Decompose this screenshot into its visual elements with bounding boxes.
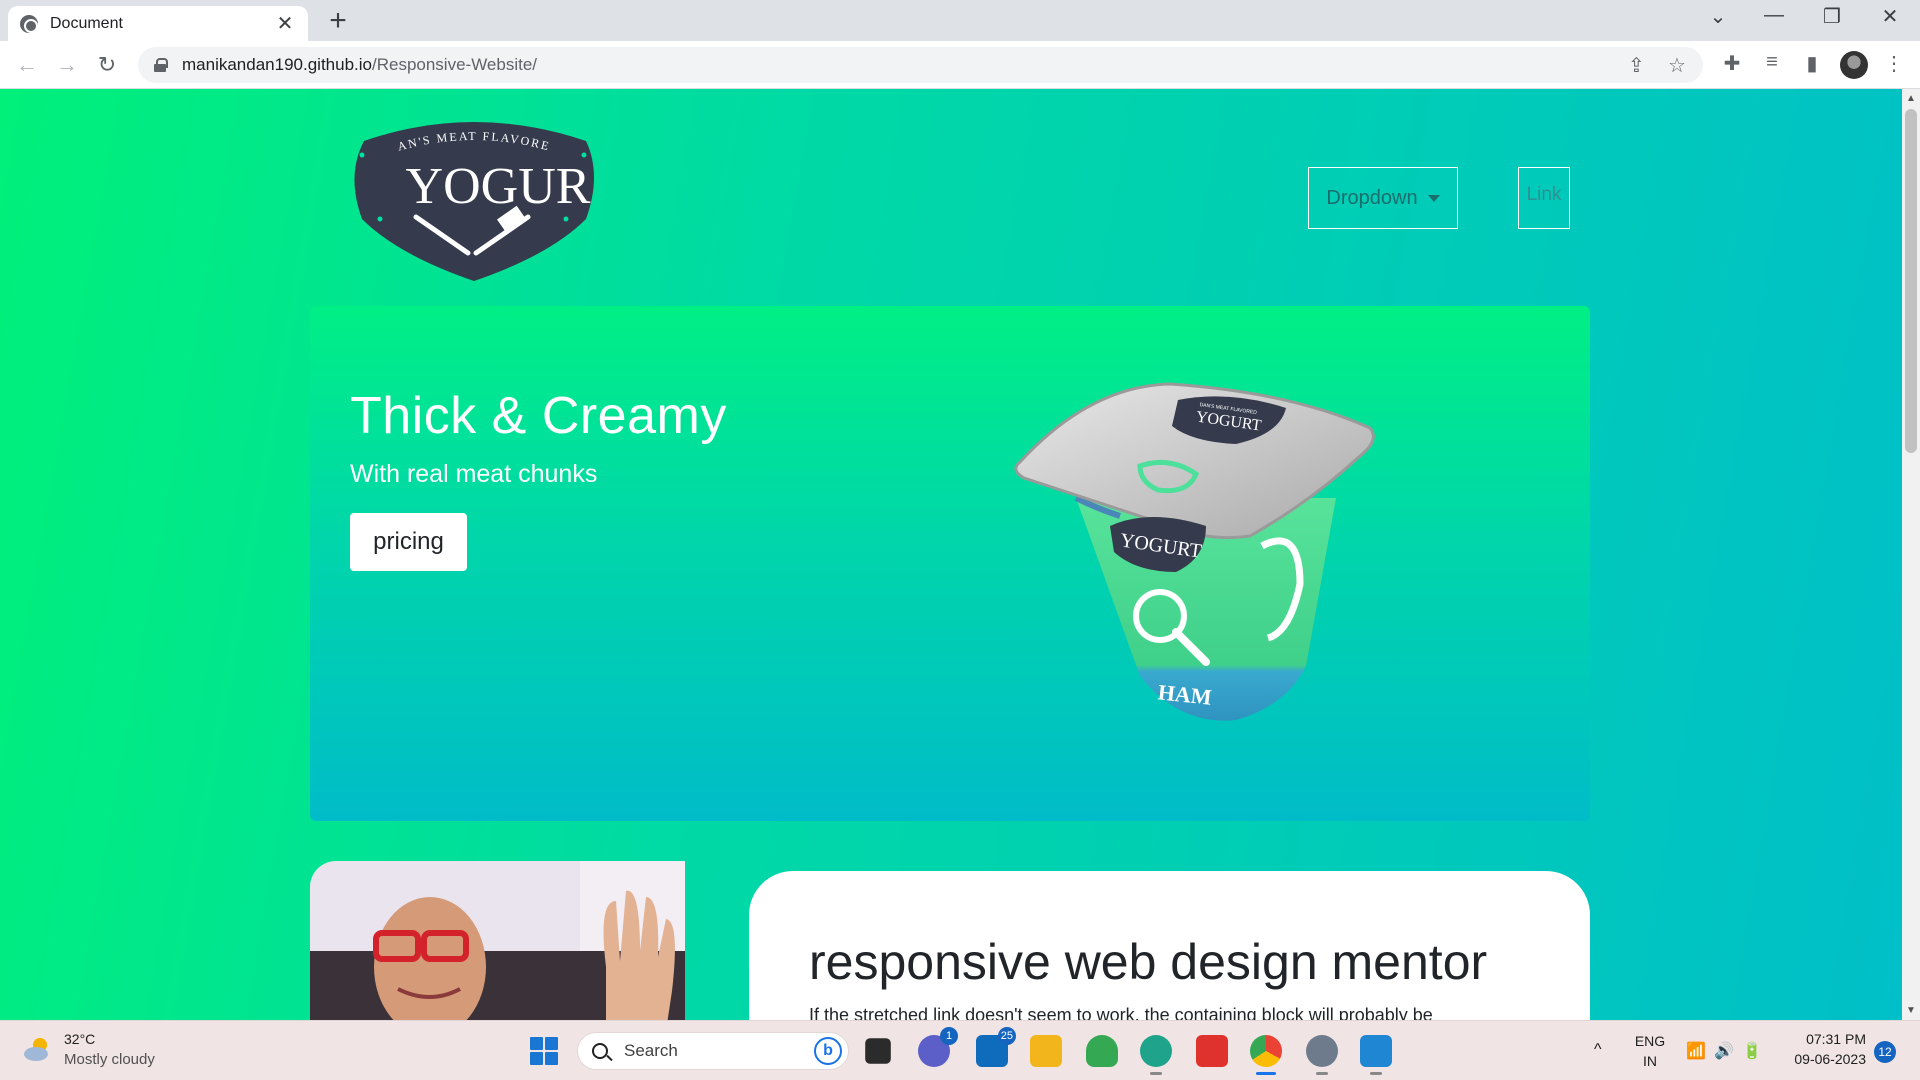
dropdown-button[interactable]: Dropdown xyxy=(1308,167,1458,229)
back-button[interactable]: ← xyxy=(12,51,42,79)
extensions-icon[interactable]: ✚ xyxy=(1718,51,1746,76)
vscode-running-indicator xyxy=(1370,1072,1382,1075)
tab-close-icon[interactable]: ✕ xyxy=(274,11,296,36)
language-indicator-bottom[interactable]: IN xyxy=(1630,1053,1670,1069)
chrome-active-indicator xyxy=(1256,1072,1276,1075)
wps-office-icon[interactable] xyxy=(1196,1035,1228,1067)
tab-search-icon[interactable]: ⌄ xyxy=(1698,4,1738,29)
profile-avatar[interactable] xyxy=(1840,51,1868,79)
page-viewport: DAN'S MEAT FLAVORED YOGUR Dropdown Link … xyxy=(0,89,1902,1020)
wifi-icon[interactable]: 📶 xyxy=(1686,1041,1706,1061)
windows-taskbar: 32°C Mostly cloudy Search b 1 25 ^ ENG I… xyxy=(0,1020,1920,1080)
hero-subtitle: With real meat chunks xyxy=(350,460,598,488)
taskbar-search-label: Search xyxy=(624,1041,678,1060)
globe-icon xyxy=(20,14,38,33)
vscode-icon[interactable] xyxy=(1360,1035,1392,1075)
edge-icon[interactable] xyxy=(1140,1035,1172,1075)
reload-button[interactable]: ↻ xyxy=(92,51,122,79)
logo-main-text: YOGUR xyxy=(406,158,591,215)
mentor-card-text: If the stretched link doesn't seem to wo… xyxy=(809,1005,1433,1020)
url-host: manikandan190.github.io xyxy=(182,55,372,74)
edge-running-indicator xyxy=(1150,1072,1162,1075)
url-path: /Responsive-Website/ xyxy=(371,55,538,74)
scroll-thumb[interactable] xyxy=(1905,109,1917,453)
close-window-button[interactable]: ✕ xyxy=(1870,4,1910,29)
minimize-button[interactable]: — xyxy=(1754,4,1794,27)
forward-button[interactable]: → xyxy=(52,51,82,79)
bookmark-star-icon[interactable]: ☆ xyxy=(1668,53,1686,78)
media-control-icon[interactable]: ≡ xyxy=(1758,51,1786,74)
battery-icon[interactable]: 🔋 xyxy=(1742,1041,1762,1061)
scroll-down-arrow-icon[interactable]: ▼ xyxy=(1906,1005,1916,1016)
notification-count-badge[interactable]: 12 xyxy=(1874,1041,1896,1063)
mentor-photo xyxy=(310,861,685,1020)
settings-gear-icon[interactable] xyxy=(1306,1035,1338,1075)
url-text: manikandan190.github.io/Responsive-Websi… xyxy=(182,55,537,75)
side-panel-icon[interactable]: ▮ xyxy=(1798,51,1826,76)
windows-start-icon[interactable] xyxy=(530,1037,558,1065)
task-view-icon[interactable] xyxy=(865,1038,891,1064)
partly-cloudy-icon[interactable] xyxy=(22,1035,54,1063)
new-tab-button[interactable]: + xyxy=(322,4,354,38)
mail-badge: 25 xyxy=(997,1027,1016,1045)
tab-strip: Document ✕ + ⌄ — ❐ ✕ xyxy=(0,0,1920,41)
settings-running-indicator xyxy=(1316,1072,1328,1075)
mentor-card-title: responsive web design mentor xyxy=(809,934,1488,990)
hero-banner: Thick & Creamy With real meat chunks pri… xyxy=(310,306,1590,821)
clock-time[interactable]: 07:31 PM xyxy=(1780,1031,1866,1047)
show-hidden-icons-chevron[interactable]: ^ xyxy=(1594,1041,1602,1059)
mail-icon[interactable]: 25 xyxy=(976,1027,1016,1067)
taskbar-search[interactable]: Search b xyxy=(577,1032,849,1070)
restore-button[interactable]: ❐ xyxy=(1812,4,1852,29)
page-scrollbar[interactable]: ▲ ▼ xyxy=(1902,89,1920,1020)
chrome-icon[interactable] xyxy=(1250,1035,1282,1075)
tab-title: Document xyxy=(50,14,123,32)
teams-icon[interactable]: 1 xyxy=(918,1027,958,1067)
teams-badge: 1 xyxy=(940,1027,958,1045)
yogurt-cup-image: YOGURT DAN'S MEAT FLAVORED YOGURT HAM xyxy=(1014,382,1375,721)
share-icon[interactable]: ⇪ xyxy=(1628,53,1645,78)
volume-icon[interactable]: 🔊 xyxy=(1714,1041,1734,1061)
pricing-button[interactable]: pricing xyxy=(350,513,467,571)
rocket-app-icon[interactable] xyxy=(1086,1035,1118,1067)
clock-date[interactable]: 09-06-2023 xyxy=(1780,1051,1866,1067)
chrome-menu-icon[interactable]: ⋮ xyxy=(1880,51,1908,76)
caret-down-icon xyxy=(1427,194,1440,202)
nav-link[interactable]: Link xyxy=(1518,167,1570,229)
browser-tab[interactable]: Document ✕ xyxy=(8,6,308,41)
scroll-up-arrow-icon[interactable]: ▲ xyxy=(1906,93,1916,104)
yogurt-logo[interactable]: DAN'S MEAT FLAVORED YOGUR xyxy=(350,115,598,281)
dropdown-label: Dropdown xyxy=(1326,186,1418,209)
language-indicator-top[interactable]: ENG xyxy=(1630,1033,1670,1049)
bing-icon[interactable]: b xyxy=(814,1037,842,1065)
search-icon xyxy=(592,1043,608,1059)
weather-temp[interactable]: 32°C xyxy=(64,1031,95,1047)
file-explorer-icon[interactable] xyxy=(1030,1035,1062,1067)
browser-toolbar: ← → ↻ manikandan190.github.io/Responsive… xyxy=(0,41,1920,89)
address-bar[interactable]: manikandan190.github.io/Responsive-Websi… xyxy=(138,47,1703,83)
mentor-card: responsive web design mentor If the stre… xyxy=(749,871,1590,1020)
hero-title: Thick & Creamy xyxy=(350,387,727,445)
flavor-text: HAM xyxy=(1157,679,1213,710)
weather-desc[interactable]: Mostly cloudy xyxy=(64,1051,155,1068)
lock-icon[interactable] xyxy=(154,58,168,72)
